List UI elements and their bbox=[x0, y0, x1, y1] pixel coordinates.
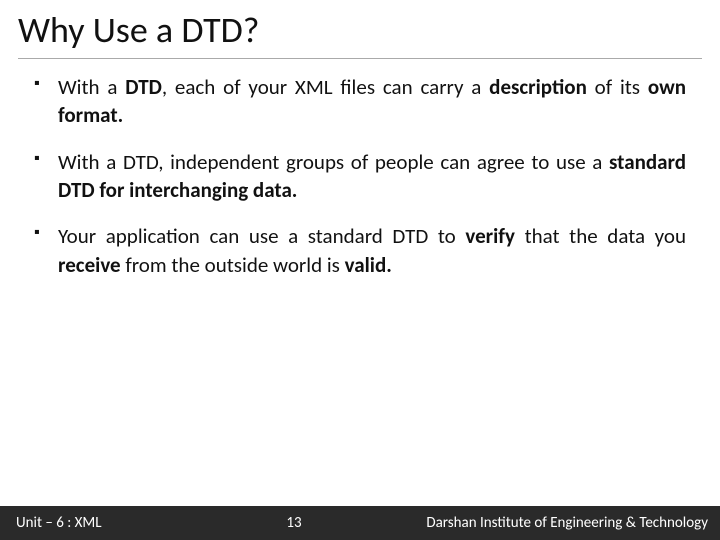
content-area: With a DTD, each of your XML files can c… bbox=[0, 59, 720, 540]
slide: Why Use a DTD? With a DTD, each of your … bbox=[0, 0, 720, 540]
footer-unit: Unit – 6 : XML bbox=[0, 514, 102, 532]
bullet-item: With a DTD, independent groups of people… bbox=[34, 148, 686, 205]
slide-title: Why Use a DTD? bbox=[18, 8, 702, 52]
footer-bar: Unit – 6 : XML 13 Darshan Institute of E… bbox=[0, 506, 720, 540]
bullet-item: Your application can use a standard DTD … bbox=[34, 222, 686, 279]
bullet-list: With a DTD, each of your XML files can c… bbox=[34, 73, 686, 279]
bullet-item: With a DTD, each of your XML files can c… bbox=[34, 73, 686, 130]
footer-page-number: 13 bbox=[102, 514, 427, 532]
title-area: Why Use a DTD? bbox=[0, 0, 720, 58]
footer-institution: Darshan Institute of Engineering & Techn… bbox=[426, 514, 720, 532]
